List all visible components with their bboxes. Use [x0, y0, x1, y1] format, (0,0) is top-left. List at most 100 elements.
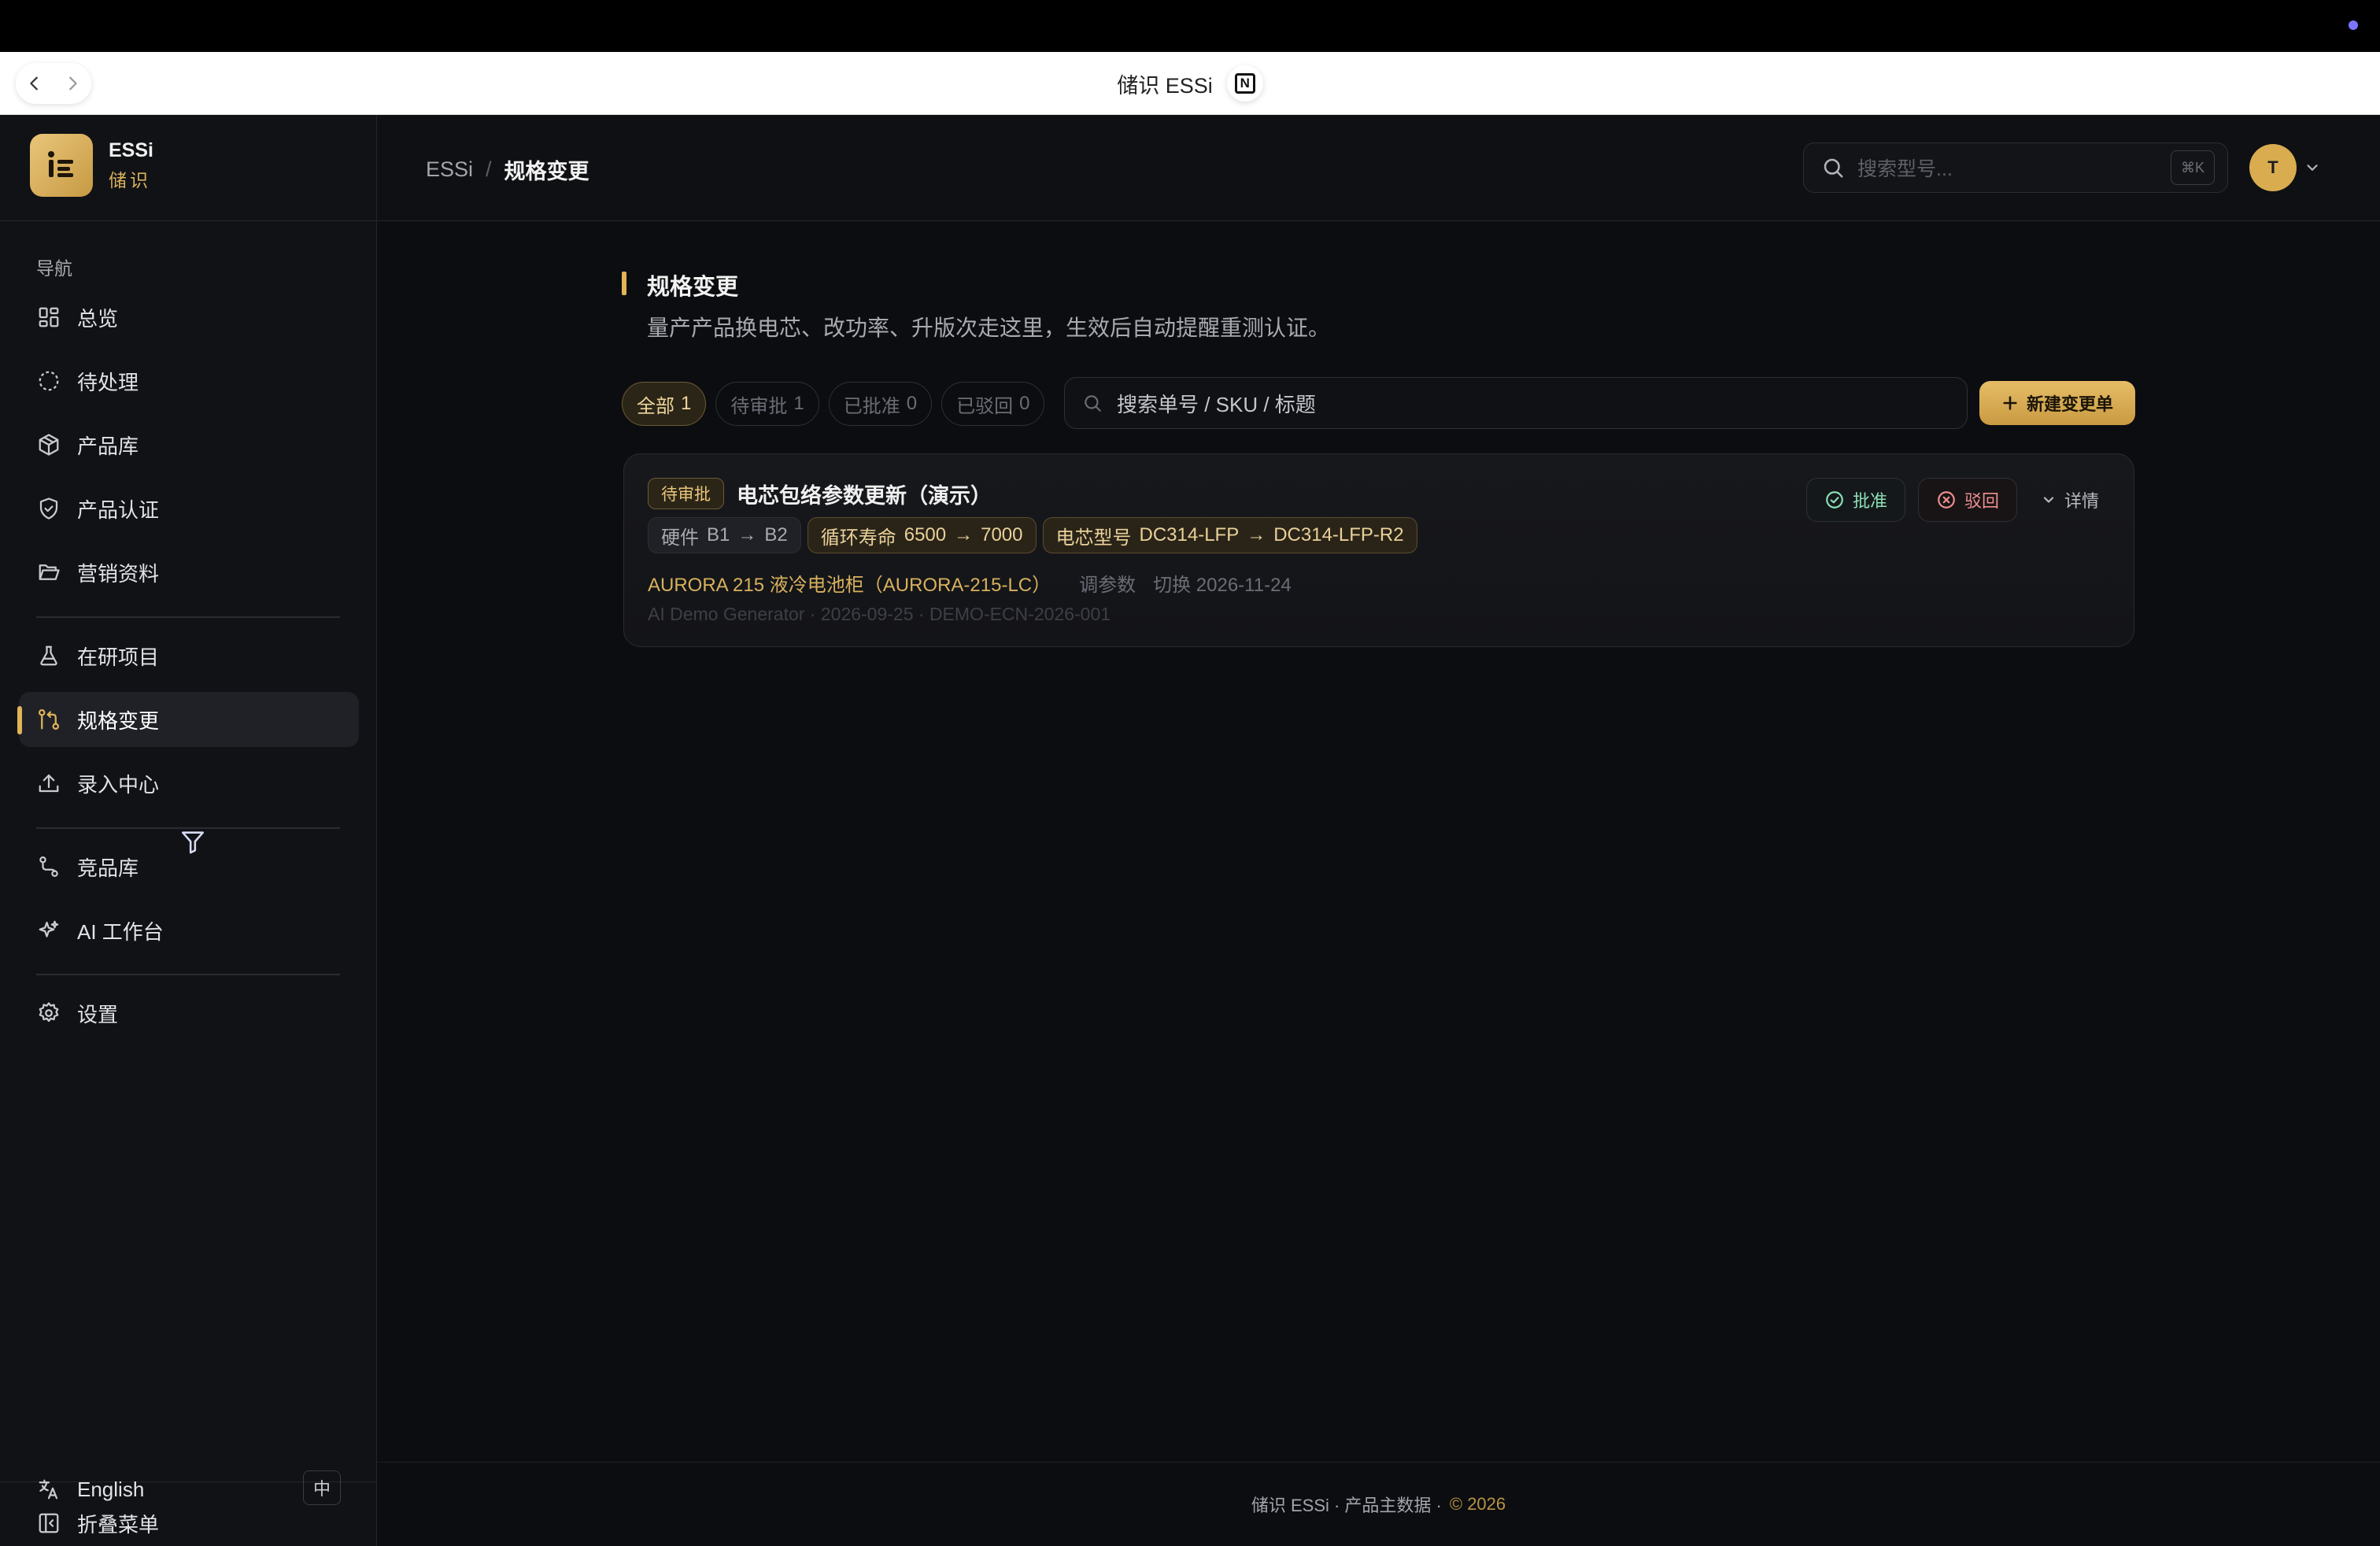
breadcrumb-current: 规格变更 [504, 160, 589, 183]
sidebar-item-ai-workbench[interactable]: AI 工作台 [19, 903, 359, 958]
sparkles-icon [36, 918, 61, 943]
x-circle-icon [1936, 490, 1957, 510]
chevron-down-icon[interactable] [2304, 159, 2321, 176]
divider [0, 220, 377, 221]
footer-copyright: © 2026 [1449, 1494, 1506, 1514]
sidebar-item-label: 产品库 [77, 434, 139, 458]
change-tag: 循环寿命 6500 → 7000 [807, 517, 1037, 553]
status-badge: 待审批 [648, 478, 724, 509]
tag-label: 硬件 [661, 527, 699, 549]
sidebar-item-label: 规格变更 [77, 708, 160, 733]
language-key-badge[interactable]: 中 [303, 1470, 341, 1505]
breadcrumb-root-link[interactable]: ESSi [426, 157, 473, 182]
tag-to: DC314-LFP-R2 [1273, 524, 1404, 546]
change-order-search-input[interactable]: 搜索单号 / SKU / 标题 [1064, 377, 1968, 429]
dashed-circle-icon [36, 368, 61, 394]
breadcrumb-separator: / [486, 157, 492, 181]
status-filter-tabs: 全部 1 待审批 1 已批准 0 已驳回 0 [622, 382, 1045, 426]
reject-button[interactable]: 驳回 [1917, 478, 2017, 522]
translate-icon [36, 1477, 61, 1502]
sidebar-item-label: 产品认证 [77, 497, 160, 522]
nav-section-label: 导航 [36, 258, 72, 279]
filter-approved[interactable]: 已批准 0 [828, 382, 933, 426]
folder-open-icon [36, 560, 61, 585]
gear-icon [36, 1000, 61, 1026]
switch-date: 切换 2026-11-24 [1153, 575, 1292, 596]
search-icon [1082, 393, 1103, 413]
upload-icon [36, 771, 61, 796]
reject-label: 驳回 [1964, 491, 1999, 511]
shield-check-icon [36, 496, 61, 521]
sidebar-item-label: 待处理 [77, 370, 139, 394]
sidebar-item-label: 营销资料 [77, 561, 160, 586]
filter-label: 已驳回 [956, 395, 1014, 417]
title-accent-bar [622, 272, 626, 295]
route-icon [36, 854, 61, 879]
sidebar-item-products[interactable]: 产品库 [19, 417, 359, 472]
model-search-input[interactable]: 搜索型号... ⌘K [1803, 142, 2228, 193]
sidebar-item-label: 总览 [77, 306, 119, 331]
window-title-area: 储识 ESSi N [0, 52, 2380, 115]
sidebar-item-import[interactable]: 录入中心 [19, 756, 359, 811]
filter-label: 已批准 [843, 395, 900, 417]
product-link[interactable]: AURORA 215 液冷电池柜（AURORA-215-LC） [648, 569, 1051, 597]
sidebar-item-spec-change[interactable]: 规格变更 [17, 692, 359, 747]
filter-rejected[interactable]: 已驳回 0 [941, 382, 1045, 426]
tag-label: 循环寿命 [820, 527, 896, 549]
brand-logo-icon [30, 134, 93, 197]
brand-name: ESSi [109, 139, 153, 161]
new-change-order-button[interactable]: 新建变更单 [1979, 381, 2135, 425]
os-menu-bar [0, 0, 2380, 52]
brand[interactable]: ESSi 储识 [30, 134, 153, 197]
git-compare-icon [36, 707, 61, 732]
check-circle-icon [1824, 490, 1845, 510]
filter-count: 1 [681, 393, 692, 414]
sidebar-item-label: AI 工作台 [77, 919, 164, 944]
change-order-card[interactable]: 待审批 电芯包络参数更新（演示） 硬件 B1 → B2 循环寿命 6500 → … [623, 453, 2134, 647]
mouse-cursor-icon [179, 828, 206, 855]
language-label: English [77, 1477, 145, 1501]
arrow-right-icon: → [1247, 524, 1266, 546]
sidebar-item-certification[interactable]: 产品认证 [19, 481, 359, 536]
sidebar-item-label: 竞品库 [77, 856, 139, 880]
filter-label: 全部 [637, 395, 674, 417]
sidebar-item-overview[interactable]: 总览 [19, 290, 359, 345]
change-tag: 电芯型号 DC314-LFP → DC314-LFP-R2 [1042, 517, 1417, 553]
footer-text: 储识 ESSi · 产品主数据 · [1251, 1496, 1442, 1515]
nav-divider [36, 974, 340, 975]
filter-pending[interactable]: 待审批 1 [715, 382, 819, 426]
sidebar-item-label: 在研项目 [77, 645, 160, 669]
sidebar: ESSi 储识 导航 总览 待处理 产品库 产品认证 营销资料 在研项目 规格变… [0, 115, 377, 1546]
brand-subtitle: 储识 [109, 169, 151, 190]
sidebar-item-projects[interactable]: 在研项目 [19, 628, 359, 683]
sidebar-item-marketing[interactable]: 营销资料 [19, 545, 359, 600]
approve-button[interactable]: 批准 [1805, 478, 1905, 522]
tag-to: B2 [764, 524, 788, 546]
detail-label: 详情 [2064, 491, 2099, 511]
tag-to: 7000 [981, 524, 1023, 546]
footer: 储识 ESSi · 产品主数据 · © 2026 [377, 1462, 2380, 1546]
dashboard-icon [36, 305, 61, 330]
main-content: 规格变更 量产产品换电芯、改功率、升版次走这里，生效后自动提醒重测认证。 全部 … [377, 221, 2380, 1462]
tag-from: DC314-LFP [1139, 524, 1240, 546]
new-button-label: 新建变更单 [2026, 394, 2113, 414]
tag-from: 6500 [904, 524, 947, 546]
change-tag: 硬件 B1 → B2 [648, 517, 801, 553]
sidebar-item-label: 设置 [77, 1002, 119, 1026]
page-title: 规格变更 [647, 275, 739, 300]
arrow-right-icon: → [737, 524, 757, 546]
window-title: 储识 ESSi [1117, 73, 1213, 98]
sidebar-item-pending[interactable]: 待处理 [19, 353, 359, 409]
avatar[interactable]: T [2249, 144, 2297, 191]
sidebar-item-settings[interactable]: 设置 [19, 986, 359, 1041]
tag-label: 电芯型号 [1055, 527, 1132, 549]
page-subtitle: 量产产品换电芯、改功率、升版次走这里，生效后自动提醒重测认证。 [647, 316, 1331, 340]
nav-divider [36, 616, 340, 618]
change-type: 调参数 [1079, 575, 1136, 596]
notion-icon[interactable]: N [1226, 65, 1263, 102]
detail-toggle-button[interactable]: 详情 [2030, 478, 2110, 522]
chevron-down-icon [2041, 492, 2057, 508]
filter-all[interactable]: 全部 1 [622, 382, 707, 426]
search-shortcut-badge: ⌘K [2171, 150, 2215, 185]
